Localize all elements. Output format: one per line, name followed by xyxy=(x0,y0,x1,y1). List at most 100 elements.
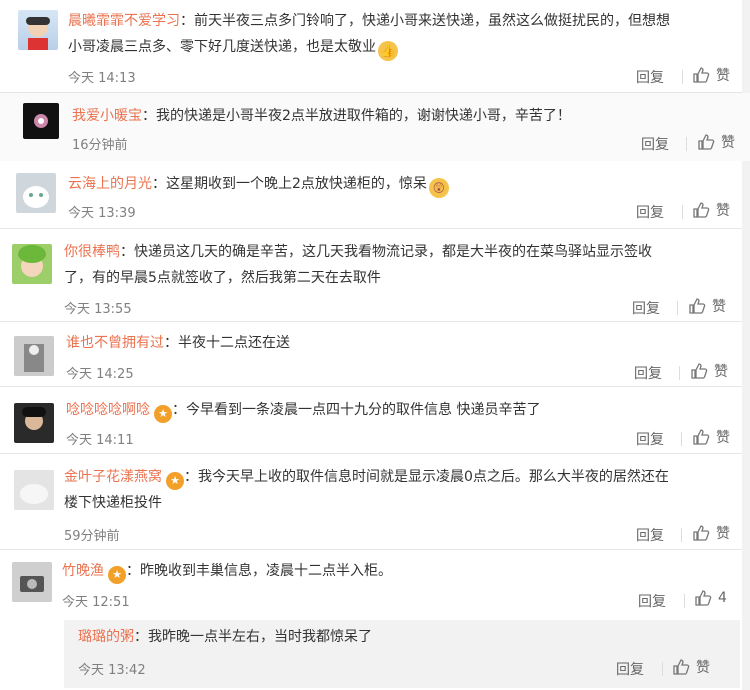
avatar[interactable] xyxy=(14,403,54,443)
avatar[interactable] xyxy=(23,103,59,139)
thumb-up-icon xyxy=(673,659,690,675)
comment-time: 59分钟前 xyxy=(64,529,120,544)
comment-body: ：我今天早上收的取件信息时间就是显示凌晨0点之后。那么大半夜的居然还在 xyxy=(184,469,669,485)
avatar[interactable] xyxy=(12,562,52,602)
surprised-emoji-icon: 😲 xyxy=(428,178,449,198)
comment-card: 唸唸唸唸啊唸 ★ ：今早看到一条凌晨一点四十九分的取件信息 快递员辛苦了 今天 14… xyxy=(0,387,742,454)
reply-button[interactable]: 回复 xyxy=(636,67,664,87)
like-label: 赞 xyxy=(716,68,730,84)
sub-reply-box: 璐璐的粥：我昨晚一点半左右，当时我都惊呆了 今天 13:42 回复 赞 xyxy=(64,620,740,688)
comment-time: 今天 13:55 xyxy=(64,302,132,317)
reply-button[interactable]: 回复 xyxy=(641,134,669,154)
username-link[interactable]: 我爱小暖宝 xyxy=(72,108,142,124)
comment-text: 你很棒鸭：快递员这几天的确是辛苦，这几天我看物流记录，都是大半夜的在菜鸟驿站显示… xyxy=(64,239,734,291)
avatar[interactable] xyxy=(14,336,54,376)
like-button[interactable]: 赞 xyxy=(692,65,730,85)
comment-text: 唸唸唸唸啊唸 ★ ：今早看到一条凌晨一点四十九分的取件信息 快递员辛苦了 xyxy=(66,397,726,423)
like-button[interactable]: 赞 xyxy=(688,296,726,316)
comment-card: 晨曦霏霏不爱学习：前天半夜三点多门铃响了，快递小哥来送快递，虽然这么做挺扰民的，… xyxy=(0,0,742,93)
comment-time: 今天 13:39 xyxy=(68,206,136,221)
like-button[interactable]: 4 xyxy=(694,589,727,607)
like-button[interactable]: 赞 xyxy=(692,200,730,220)
thumb-up-icon xyxy=(693,429,710,445)
like-label: 赞 xyxy=(716,430,730,446)
avatar[interactable] xyxy=(14,470,54,510)
comment-body: ：这星期收到一个晚上2点放快递柜的，惊呆 xyxy=(152,176,427,192)
comment-text: 晨曦霏霏不爱学习：前天半夜三点多门铃响了，快递小哥来送快递，虽然这么做挺扰民的，… xyxy=(68,8,738,61)
thumb-up-icon xyxy=(689,298,706,314)
avatar[interactable] xyxy=(18,10,58,50)
comment-card: 竹晚渔 ★ ：昨晚收到丰巢信息，凌晨十二点半入柜。 今天 12:51 回复 4 璐璐… xyxy=(0,550,742,690)
username-link[interactable]: 璐璐的粥 xyxy=(78,629,134,645)
like-label: 赞 xyxy=(714,364,728,380)
vip-badge-icon: ★ xyxy=(154,405,172,423)
avatar[interactable] xyxy=(16,173,56,213)
username-link[interactable]: 你很棒鸭 xyxy=(64,244,120,260)
avatar[interactable] xyxy=(12,244,52,284)
like-button[interactable]: 赞 xyxy=(697,132,735,152)
comment-text: 云海上的月光：这星期收到一个晚上2点放快递柜的，惊呆 😲 xyxy=(68,171,728,198)
divider xyxy=(684,594,685,608)
comment-card: 金叶子花漾燕窝 ★ ：我今天早上收的取件信息时间就是显示凌晨0点之后。那么大半夜的居… xyxy=(0,454,742,550)
username-link[interactable]: 云海上的月光 xyxy=(68,176,152,192)
comment-time: 今天 14:13 xyxy=(68,71,136,86)
reply-button[interactable]: 回复 xyxy=(632,298,660,318)
comment-body: ：前天半夜三点多门铃响了，快递小哥来送快递，虽然这么做挺扰民的，但想想 xyxy=(180,13,670,29)
like-button[interactable]: 赞 xyxy=(692,427,730,447)
reply-button[interactable]: 回复 xyxy=(616,659,644,679)
comment-body-cont: 了，有的早晨5点就签收了，然后我第二天在去取件 xyxy=(64,270,381,286)
username-link[interactable]: 晨曦霏霏不爱学习 xyxy=(68,13,180,29)
comment-body: ：快递员这几天的确是辛苦，这几天我看物流记录，都是大半夜的在菜鸟驿站显示签收 xyxy=(120,244,652,260)
like-label: 赞 xyxy=(712,299,726,315)
reply-button[interactable]: 回复 xyxy=(636,202,664,222)
comment-body: ：今早看到一条凌晨一点四十九分的取件信息 快递员辛苦了 xyxy=(172,402,541,418)
comment-card: 云海上的月光：这星期收到一个晚上2点放快递柜的，惊呆 😲 今天 13:39 回复 … xyxy=(0,161,742,229)
sub-reply-body: ：我昨晚一点半左右，当时我都惊呆了 xyxy=(134,629,372,645)
reply-button[interactable]: 回复 xyxy=(636,429,664,449)
divider xyxy=(681,432,682,446)
username-link[interactable]: 唸唸唸唸啊唸 xyxy=(66,402,150,418)
like-button[interactable]: 赞 xyxy=(690,361,728,381)
comment-body: ：我的快递是小哥半夜2点半放进取件箱的，谢谢快递小哥，辛苦了！ xyxy=(142,108,571,124)
thumb-up-icon xyxy=(695,590,712,606)
comment-body-cont: 楼下快递柜投件 xyxy=(64,495,162,511)
divider xyxy=(681,528,682,542)
reply-button[interactable]: 回复 xyxy=(634,363,662,383)
comment-time: 今天 14:25 xyxy=(66,367,134,382)
thumb-up-icon xyxy=(691,363,708,379)
thumb-up-icon xyxy=(693,525,710,541)
comment-text: 谁也不曾拥有过：半夜十二点还在送 xyxy=(66,330,726,356)
vip-badge-icon: ★ xyxy=(108,566,126,584)
comment-card: 你很棒鸭：快递员这几天的确是辛苦，这几天我看物流记录，都是大半夜的在菜鸟驿站显示… xyxy=(0,229,742,322)
comment-body: ：半夜十二点还在送 xyxy=(164,335,290,351)
like-label: 赞 xyxy=(696,660,710,676)
comment-card: 谁也不曾拥有过：半夜十二点还在送 今天 14:25 回复 赞 xyxy=(0,322,742,387)
comment-body-cont: 小哥凌晨三点多、零下好几度送快递，也是太敬业 xyxy=(68,39,376,55)
comment-text: 竹晚渔 ★ ：昨晚收到丰巢信息，凌晨十二点半入柜。 xyxy=(62,558,722,584)
thumb-up-icon xyxy=(693,202,710,218)
vip-badge-icon: ★ xyxy=(166,472,184,490)
like-button[interactable]: 赞 xyxy=(672,657,710,677)
username-link[interactable]: 谁也不曾拥有过 xyxy=(66,335,164,351)
divider xyxy=(662,662,663,676)
reply-button[interactable]: 回复 xyxy=(638,591,666,611)
like-label: 赞 xyxy=(721,135,735,151)
like-count: 4 xyxy=(718,590,727,606)
comment-time: 今天 14:11 xyxy=(66,433,134,448)
like-label: 赞 xyxy=(716,203,730,219)
divider xyxy=(682,70,683,84)
comment-body: ：昨晚收到丰巢信息，凌晨十二点半入柜。 xyxy=(126,563,392,579)
username-link[interactable]: 金叶子花漾燕窝 xyxy=(64,469,162,485)
username-link[interactable]: 竹晚渔 xyxy=(62,563,104,579)
sub-reply-time: 今天 13:42 xyxy=(78,663,146,678)
reply-button[interactable]: 回复 xyxy=(636,525,664,545)
like-button[interactable]: 赞 xyxy=(692,523,730,543)
like-label: 赞 xyxy=(716,526,730,542)
divider xyxy=(682,205,683,219)
comment-text: 金叶子花漾燕窝 ★ ：我今天早上收的取件信息时间就是显示凌晨0点之后。那么大半夜的居… xyxy=(64,464,734,516)
divider xyxy=(677,301,678,315)
thumb-up-icon xyxy=(698,134,715,150)
divider xyxy=(686,137,687,151)
thumb-up-icon xyxy=(693,67,710,83)
comment-text: 我爱小暖宝：我的快递是小哥半夜2点半放进取件箱的，谢谢快递小哥，辛苦了！ xyxy=(72,103,732,129)
